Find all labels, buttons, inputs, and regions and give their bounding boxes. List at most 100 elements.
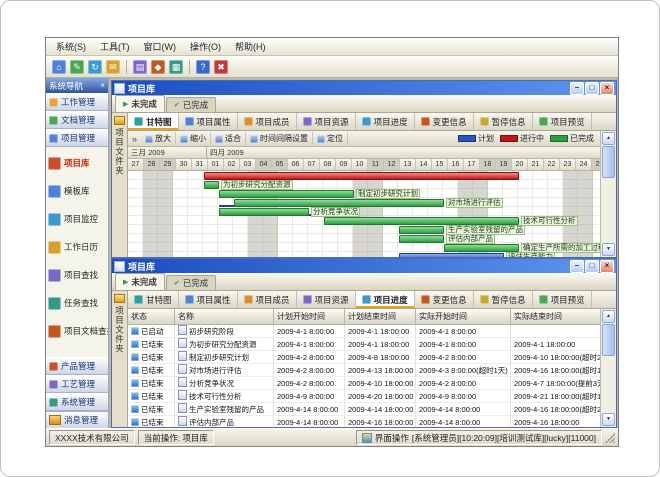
minimize-button[interactable]: – xyxy=(570,260,584,273)
gantt-bar[interactable] xyxy=(399,226,444,234)
column-header[interactable]: 实际结束时间 xyxy=(511,309,601,325)
minimize-button[interactable]: – xyxy=(570,82,584,95)
tab-unfinished[interactable]: ▶未完成 xyxy=(115,273,165,290)
scroll-up-icon[interactable]: ▲ xyxy=(602,310,615,323)
subtab[interactable]: 变更信息 xyxy=(415,113,474,130)
app-window: 系统(S)工具(T)窗口(W)操作(O)帮助(H) ⌂✎↻✉▤◆▦?✖ 系统导航… xyxy=(45,37,619,447)
window-titlebar[interactable]: 项目库 – □ × xyxy=(112,259,616,273)
tab-finished[interactable]: ✔已完成 xyxy=(166,97,216,112)
sidebar-group[interactable]: 工作管理 xyxy=(46,93,108,111)
project-folder-vertical-tab[interactable]: 项目文件夹 xyxy=(112,113,128,257)
subtab[interactable]: 甘特图 xyxy=(128,291,179,308)
subtab[interactable]: 项目属性 xyxy=(179,291,238,308)
table-row[interactable]: 已结束为初步研究分配资源2009-4-1 8:00:002009-4-1 18:… xyxy=(128,338,600,351)
subtab[interactable]: 项目资源 xyxy=(297,291,356,308)
sidebar-item[interactable]: 模板库 xyxy=(46,177,108,205)
sidebar-tab-messages[interactable]: 消息管理 xyxy=(46,411,108,428)
maximize-button[interactable]: □ xyxy=(585,82,599,95)
menu-item[interactable]: 操作(O) xyxy=(184,39,227,54)
lock-icon[interactable]: ◆ xyxy=(151,60,165,74)
subtab[interactable]: 项目进度 xyxy=(356,291,415,308)
gantt-bar[interactable] xyxy=(324,217,519,225)
subtab[interactable]: 项目资源 xyxy=(297,113,356,130)
table-row[interactable]: 已结束分析竞争状况2009-4-2 8:00:002009-4-10 18:00… xyxy=(128,377,600,390)
gantt-bar[interactable] xyxy=(234,199,444,207)
subtab[interactable]: 项目预览 xyxy=(533,113,592,130)
subtab[interactable]: 甘特图 xyxy=(128,113,179,130)
subtab[interactable]: 项目预览 xyxy=(533,291,592,308)
overflow-chevron-icon[interactable]: » xyxy=(130,134,139,144)
table-row[interactable]: 已结束制定初步研究计划2009-4-2 8:00:002009-4-8 18:0… xyxy=(128,351,600,364)
scroll-down-icon[interactable]: ▼ xyxy=(602,243,615,256)
table-row[interactable]: 已结束生产实验室残留的产品2009-4-14 8:00:002009-4-14 … xyxy=(128,403,600,416)
gantt-bar[interactable] xyxy=(399,235,444,243)
sidebar-group[interactable]: 产品管理 xyxy=(46,357,108,375)
menu-item[interactable]: 窗口(W) xyxy=(138,39,183,54)
mail-icon[interactable]: ✉ xyxy=(106,60,120,74)
edit-icon[interactable]: ✎ xyxy=(70,60,84,74)
subtab[interactable]: 项目成员 xyxy=(238,113,297,130)
table-row[interactable]: 已结束技术可行性分析2009-4-9 8:00:002009-4-20 18:0… xyxy=(128,390,600,403)
home-icon[interactable]: ⌂ xyxy=(52,60,66,74)
locate-button[interactable]: 定位 xyxy=(313,132,348,145)
time-interval-button[interactable]: 时间间隔设置 xyxy=(246,132,313,145)
table-row[interactable]: 已启动初步研究阶段2009-4-1 8:00:002009-4-1 18:00:… xyxy=(128,325,600,338)
help-icon[interactable]: ? xyxy=(196,60,210,74)
subtab[interactable]: 项目进度 xyxy=(356,113,415,130)
legend-swatch xyxy=(458,135,476,142)
sidebar-item[interactable]: 项目库 xyxy=(46,149,108,177)
sidebar-group[interactable]: 项目管理 xyxy=(46,129,108,147)
scroll-thumb[interactable] xyxy=(602,324,615,356)
refresh-icon[interactable]: ↻ xyxy=(88,60,102,74)
gantt-bar[interactable] xyxy=(399,253,504,257)
close-button[interactable]: × xyxy=(600,82,614,95)
column-header[interactable]: 状态 xyxy=(128,309,175,325)
report-icon[interactable]: ▤ xyxy=(133,60,147,74)
close-button[interactable]: × xyxy=(600,260,614,273)
column-header[interactable]: 计划开始时间 xyxy=(274,309,345,325)
gantt-bar[interactable] xyxy=(204,181,219,189)
menu-item[interactable]: 工具(T) xyxy=(94,39,136,54)
subtab[interactable]: 变更信息 xyxy=(415,291,474,308)
sidebar-item[interactable]: 工作日历 xyxy=(46,233,108,261)
menu-item[interactable]: 帮助(H) xyxy=(229,39,272,54)
maximize-button[interactable]: □ xyxy=(585,260,599,273)
subtab[interactable]: 项目成员 xyxy=(238,291,297,308)
table-row[interactable]: 已结束对市场进行评估2009-4-2 8:00:002009-4-13 18:0… xyxy=(128,364,600,377)
sidebar-group[interactable]: 系统管理 xyxy=(46,393,108,411)
sidebar-item[interactable]: 任务查找 xyxy=(46,289,108,317)
sidebar-item[interactable]: 项目查找 xyxy=(46,261,108,289)
sidebar-group[interactable]: 文档管理 xyxy=(46,111,108,129)
gantt-bar[interactable] xyxy=(444,244,519,252)
project-folder-vertical-tab[interactable]: 项目文件夹 xyxy=(112,291,128,427)
calendar-icon[interactable]: ▦ xyxy=(169,60,183,74)
vertical-scrollbar[interactable]: ▲ ▼ xyxy=(600,131,616,257)
vertical-scrollbar[interactable]: ▲ ▼ xyxy=(600,309,616,427)
zoom-in-button[interactable]: 放大 xyxy=(141,132,176,145)
sidebar-close-icon[interactable]: × xyxy=(100,81,105,90)
menu-item[interactable]: 系统(S) xyxy=(50,39,92,54)
column-header[interactable]: 实际开始时间 xyxy=(416,309,511,325)
subtab[interactable]: 暂停信息 xyxy=(474,113,533,130)
gantt-bar[interactable] xyxy=(219,208,309,216)
table-row[interactable]: 已结束评估内部产品2009-4-14 8:00:002009-4-16 18:0… xyxy=(128,416,600,428)
subtab[interactable]: 暂停信息 xyxy=(474,291,533,308)
resize-grip[interactable] xyxy=(605,433,615,443)
subtab[interactable]: 项目属性 xyxy=(179,113,238,130)
sidebar-group[interactable]: 工艺管理 xyxy=(46,375,108,393)
tab-unfinished[interactable]: ▶未完成 xyxy=(115,95,165,112)
column-header[interactable]: 计划结束时间 xyxy=(345,309,416,325)
exit-icon[interactable]: ✖ xyxy=(214,60,228,74)
scroll-down-icon[interactable]: ▼ xyxy=(602,413,615,426)
fit-button[interactable]: 适合 xyxy=(211,132,246,145)
sidebar-item[interactable]: 项目文档查找 xyxy=(46,317,108,345)
window-titlebar[interactable]: 项目库 – □ × xyxy=(112,81,616,95)
scroll-up-icon[interactable]: ▲ xyxy=(602,132,615,145)
scroll-thumb[interactable] xyxy=(602,146,615,178)
tab-finished[interactable]: ✔已完成 xyxy=(166,275,216,290)
column-header[interactable]: 名称 xyxy=(175,309,274,325)
gantt-bar[interactable] xyxy=(219,190,354,198)
sidebar-item[interactable]: 项目监控 xyxy=(46,205,108,233)
zoom-out-button[interactable]: 缩小 xyxy=(176,132,211,145)
gantt-bar[interactable] xyxy=(204,172,519,180)
